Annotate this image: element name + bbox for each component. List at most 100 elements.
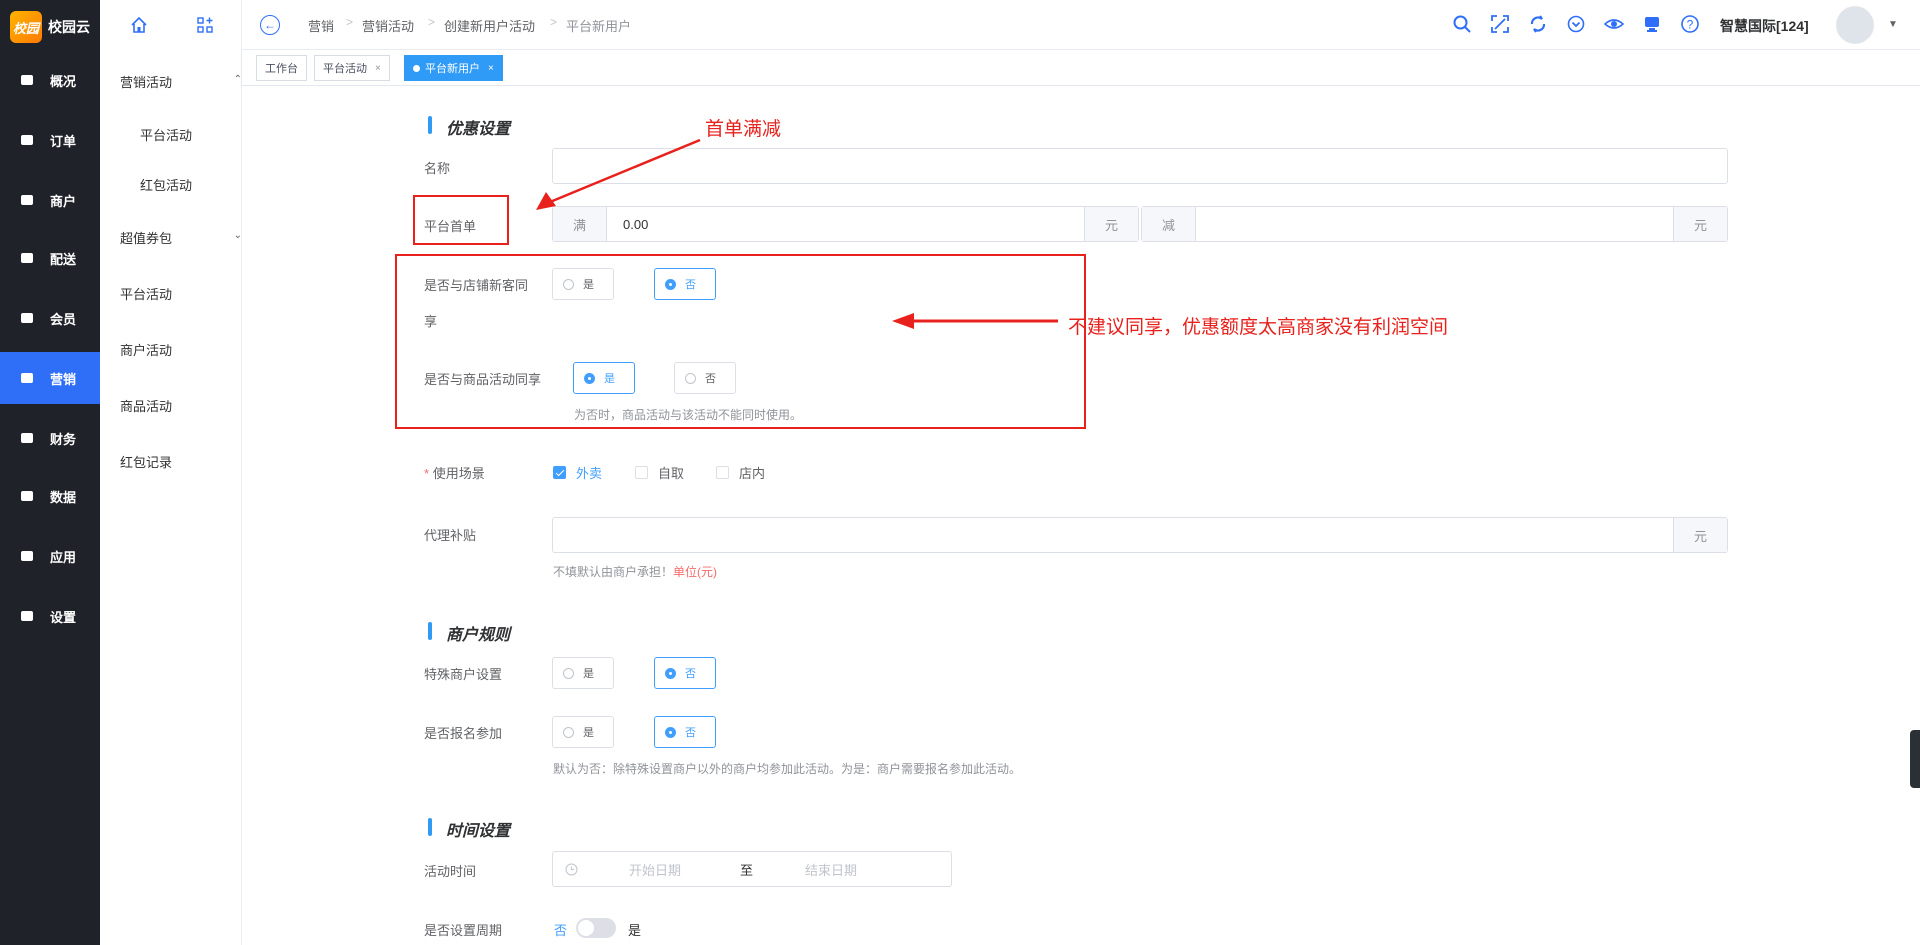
nav-item-label: 概况 — [50, 73, 77, 89]
tab-label: 平台新用户 — [425, 63, 480, 75]
side-drawer-handle[interactable] — [1910, 730, 1920, 788]
annotation-arrow-icon — [892, 313, 1058, 329]
annotation-arrow-icon — [536, 138, 701, 210]
back-button[interactable]: ← — [260, 15, 280, 35]
breadcrumb-separator: > — [550, 15, 558, 29]
signup-yes-radio[interactable]: 是 — [552, 716, 614, 748]
end-date-placeholder[interactable]: 结束日期 — [805, 852, 857, 886]
nav-item[interactable]: 商户 — [0, 174, 100, 226]
nav-item[interactable]: 概况 — [0, 54, 100, 106]
radio-circle — [563, 726, 574, 738]
annotation-box-share — [395, 254, 1086, 429]
required-mark: * — [424, 466, 430, 481]
main-content: 优惠设置 名称 平台首单 满 0.00 元 减 元 是否与店铺新客同 享 是 否… — [242, 86, 1920, 945]
diamond-icon — [20, 311, 34, 325]
monitor-icon[interactable] — [1642, 14, 1662, 34]
scene-checkbox-pickup[interactable]: 自取 — [635, 463, 684, 482]
apps-grid-icon[interactable] — [196, 16, 214, 34]
signup-label: 是否报名参加 — [424, 726, 503, 741]
radio-label: 是 — [583, 668, 594, 680]
checkbox-label: 自取 — [658, 466, 685, 481]
nav-item-label: 订单 — [50, 133, 77, 149]
cycle-switch[interactable] — [576, 918, 616, 938]
secondary-sidebar: 营销活动 ⌃ 平台活动 红包活动 超值券包 ⌄ 平台活动 商户活动 商品活动 红包记录 — [100, 0, 242, 945]
radio-label: 否 — [685, 727, 696, 739]
special-merchant-yes-radio[interactable]: 是 — [552, 657, 614, 689]
subnav-item-label: 商户活动 — [120, 343, 173, 358]
scene-label: * 使用场景 — [424, 463, 485, 482]
subnav-item-label: 红包活动 — [140, 178, 193, 193]
subnav-item-label: 商品活动 — [120, 399, 173, 414]
start-date-placeholder[interactable]: 开始日期 — [629, 852, 681, 886]
caret-down-icon[interactable]: ▼ — [1888, 19, 1898, 30]
help-icon[interactable]: ? — [1680, 14, 1700, 34]
checkbox-label: 外卖 — [576, 466, 603, 481]
hint-text: 不填默认由商户承担！ — [553, 565, 674, 579]
radio-circle — [563, 667, 574, 679]
subnav-item[interactable]: 红包记录 — [120, 452, 242, 471]
search-icon[interactable] — [1452, 14, 1472, 34]
close-icon[interactable]: × — [488, 63, 494, 74]
home-icon[interactable] — [130, 16, 148, 34]
chevron-down-icon: ⌄ — [233, 230, 242, 241]
nav-item[interactable]: 设置 — [0, 590, 100, 642]
avatar[interactable] — [1836, 6, 1874, 44]
agent-subsidy-input[interactable]: 元 — [552, 517, 1728, 553]
section-title-merchant: 商户规则 — [446, 627, 511, 644]
subnav-item[interactable]: 红包活动 — [140, 175, 242, 194]
nav-item[interactable]: 数据 — [0, 470, 100, 522]
chart-monitor-icon — [20, 489, 34, 503]
subnav-item-label: 平台活动 — [140, 128, 193, 143]
minus-amount-input[interactable]: 减 元 — [1141, 206, 1728, 242]
signup-no-radio[interactable]: 否 — [654, 716, 716, 748]
close-icon[interactable]: × — [375, 63, 381, 74]
chevron-up-icon: ⌃ — [233, 74, 242, 85]
nav-item-label: 设置 — [50, 609, 77, 625]
active-dot-icon — [413, 64, 420, 72]
top-header: ← 营销 > 营销活动 > 创建新用户活动 > 平台新用户 ? 智慧国际[124… — [242, 0, 1920, 50]
scene-checkbox-takeout[interactable]: 外卖 — [553, 463, 602, 482]
activity-time-label: 活动时间 — [424, 864, 477, 879]
nav-item[interactable]: 配送 — [0, 232, 100, 284]
subnav-item-label: 红包记录 — [120, 455, 173, 470]
breadcrumb-item[interactable]: 营销活动 — [362, 16, 414, 35]
breadcrumb-item[interactable]: 营销 — [308, 16, 334, 35]
breadcrumb-item[interactable]: 创建新用户活动 — [444, 16, 535, 35]
subnav-item[interactable]: 超值券包 ⌄ — [120, 228, 242, 247]
date-range-picker[interactable]: 开始日期 至 结束日期 — [552, 851, 952, 887]
yuan-unit: 元 — [1084, 207, 1138, 241]
breadcrumb-separator: > — [346, 15, 354, 29]
nav-item[interactable]: 财务 — [0, 412, 100, 464]
fullscreen-icon[interactable] — [1490, 14, 1510, 34]
subnav-item[interactable]: 营销活动 ⌃ — [120, 72, 242, 91]
order-icon — [20, 133, 34, 147]
special-merchant-no-radio[interactable]: 否 — [654, 657, 716, 689]
nav-item[interactable]: 应用 — [0, 530, 100, 582]
scene-checkbox-dine-in[interactable]: 店内 — [716, 463, 765, 482]
hint-unit: 单位(元) — [673, 565, 718, 579]
subnav-item[interactable]: 商品活动 — [120, 396, 242, 415]
subnav-item[interactable]: 平台活动 — [120, 284, 242, 303]
nav-item-label: 营销 — [50, 371, 77, 387]
name-input[interactable] — [552, 148, 1728, 184]
section-marker — [428, 116, 432, 134]
subnav-toolbar — [100, 0, 242, 50]
tab-workbench[interactable]: 工作台 — [256, 55, 307, 81]
logo[interactable]: 校园 校园云 — [10, 11, 90, 43]
dropdown-circle-icon[interactable] — [1566, 14, 1586, 34]
clock-icon — [565, 863, 578, 876]
cycle-off-label: 否 — [554, 923, 568, 938]
nav-item[interactable]: 订单 — [0, 114, 100, 166]
tab-platform-activity[interactable]: 平台活动 × — [314, 55, 390, 81]
subnav-item[interactable]: 商户活动 — [120, 340, 242, 359]
annotation-share-note: 不建议同享，优惠额度太高商家没有利润空间 — [1068, 317, 1449, 338]
eye-icon[interactable] — [1604, 14, 1624, 34]
cycle-on-label: 是 — [628, 923, 642, 938]
tab-platform-new-user[interactable]: 平台新用户 × — [404, 55, 503, 81]
minus-addon: 减 — [1142, 207, 1196, 241]
refresh-icon[interactable] — [1528, 14, 1548, 34]
subnav-item[interactable]: 平台活动 — [140, 125, 242, 144]
user-name[interactable]: 智慧国际[124] — [1720, 16, 1809, 36]
nav-item[interactable]: 会员 — [0, 292, 100, 344]
nav-item[interactable]: 营销 — [0, 352, 100, 404]
